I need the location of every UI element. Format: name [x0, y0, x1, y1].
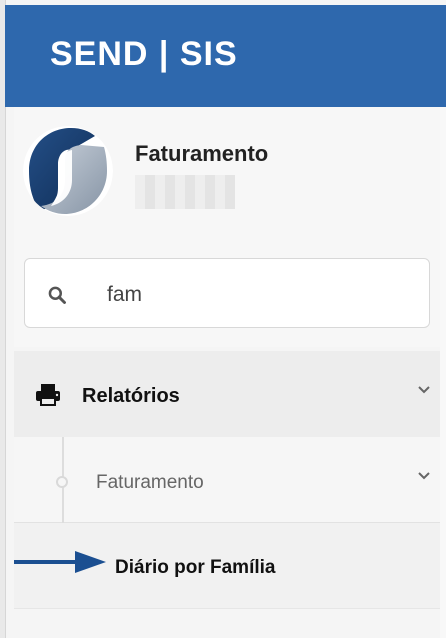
- menu-item-label: Relatórios: [82, 385, 180, 407]
- user-name: Faturamento: [135, 141, 269, 166]
- tree-node-dot: [56, 476, 68, 488]
- menu-item-reports[interactable]: Relatórios: [14, 351, 446, 437]
- chevron-down-icon[interactable]: [418, 386, 430, 394]
- profile-area: Faturamento: [14, 107, 446, 347]
- right-edge: [440, 107, 446, 638]
- chevron-down-icon[interactable]: [418, 472, 430, 480]
- submenu-item-billing[interactable]: Faturamento: [14, 437, 446, 523]
- menu-item-daily-by-family[interactable]: Diário por Família: [14, 523, 446, 609]
- printer-icon: [36, 384, 60, 406]
- search-input[interactable]: [105, 278, 409, 312]
- header: SEND | SIS: [5, 5, 446, 107]
- sidebar-bottom: [14, 610, 446, 638]
- search-box[interactable]: [24, 258, 430, 328]
- leaf-menu-label: Diário por Família: [115, 557, 276, 578]
- arrow-right-icon: [14, 551, 106, 573]
- brand-title: SEND | SIS: [50, 35, 238, 73]
- avatar: [23, 126, 113, 216]
- logo-icon: [23, 126, 113, 216]
- app-window: SEND | SIS Faturamento fam Relatórios Fa…: [0, 0, 446, 638]
- submenu-item-label: Faturamento: [96, 472, 204, 493]
- sidebar: Faturamento Relatórios: [14, 107, 446, 638]
- search-icon: [48, 286, 66, 304]
- blurred-subtitle: [135, 175, 235, 209]
